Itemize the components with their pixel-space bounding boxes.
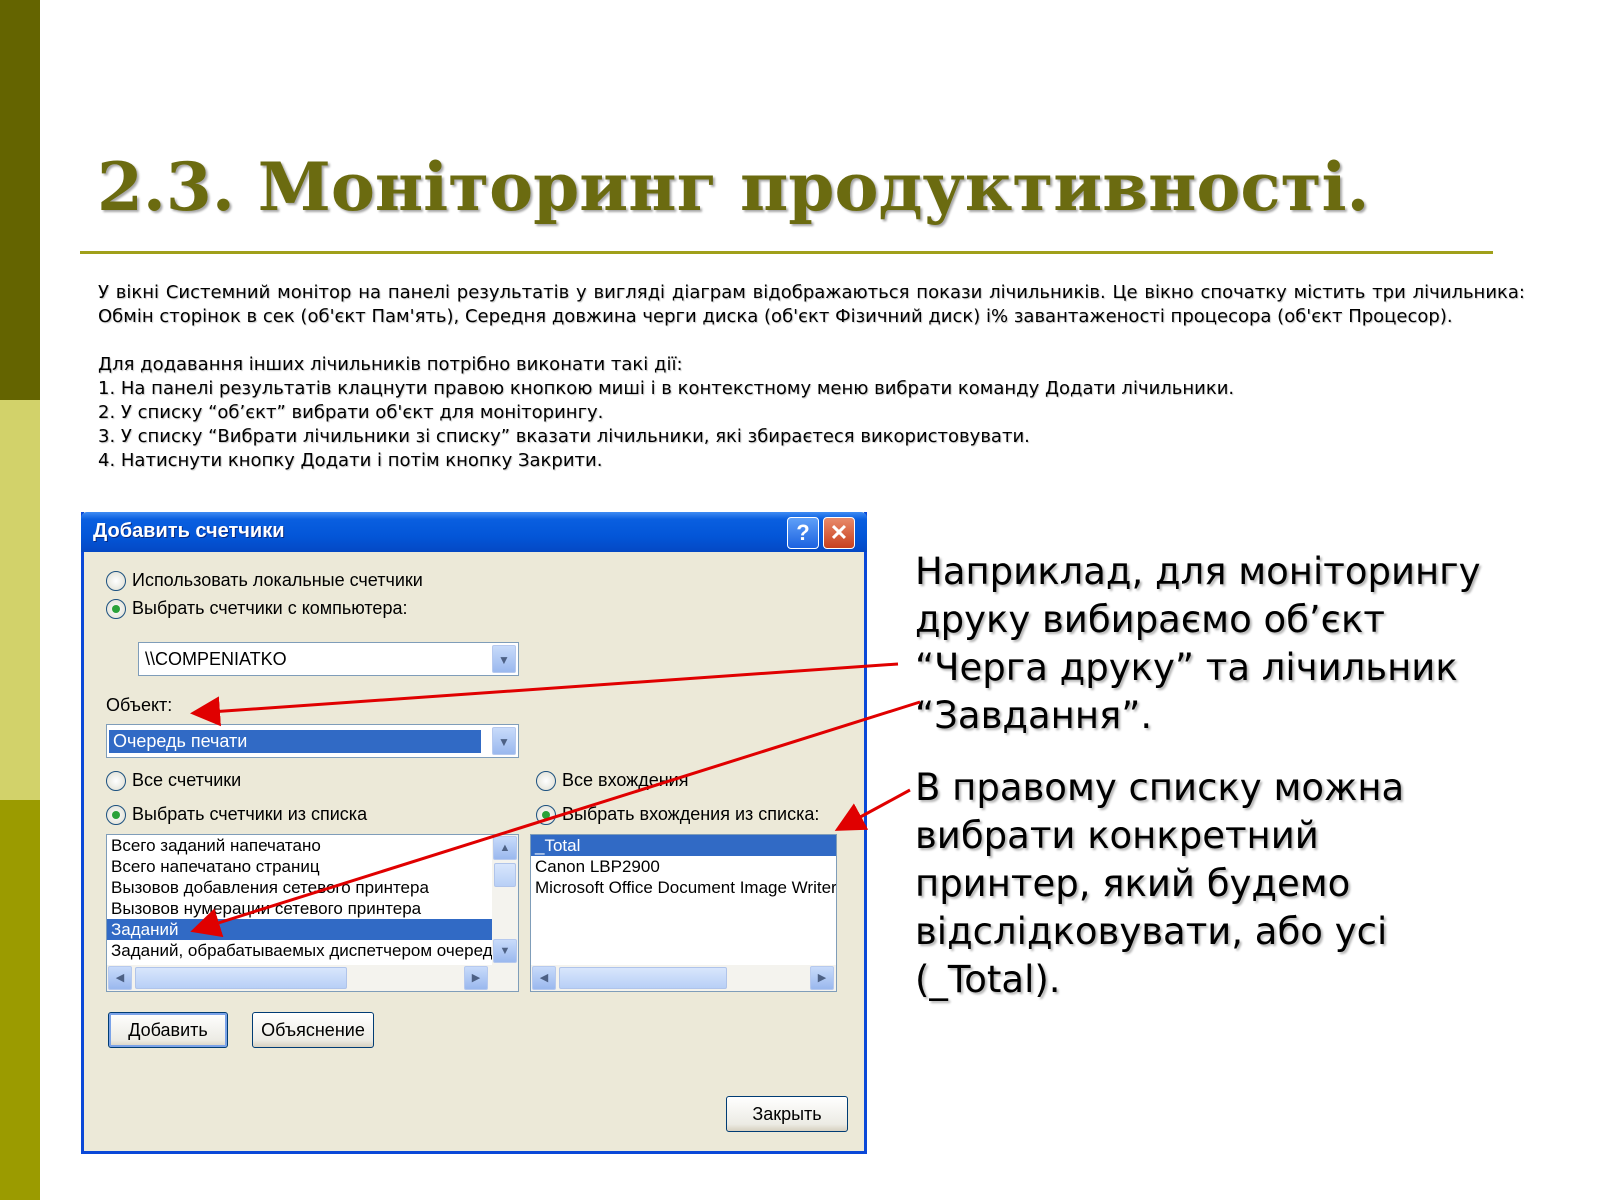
annotation-arrows <box>190 662 921 938</box>
arrow-to-object <box>190 662 899 727</box>
arrow-to-instances <box>834 788 911 831</box>
arrow-to-counter <box>190 700 921 938</box>
